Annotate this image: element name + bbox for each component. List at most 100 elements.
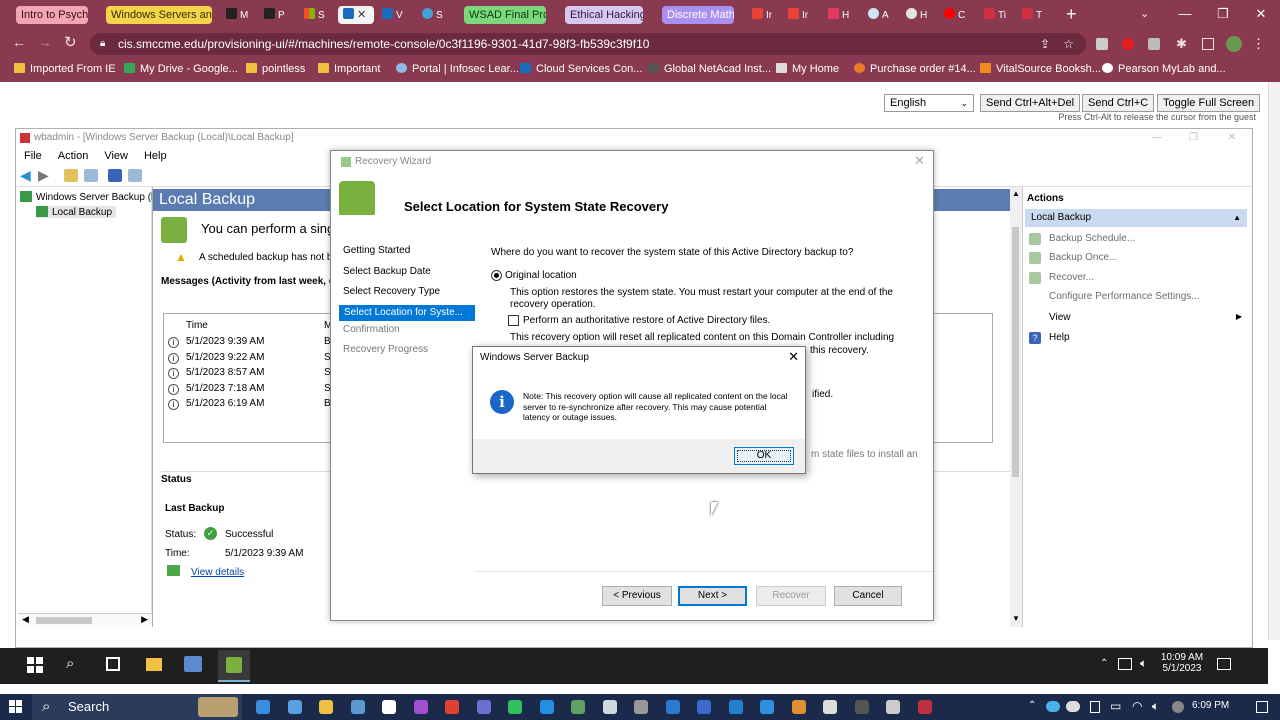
bookmark-item[interactable]: pointless	[246, 63, 305, 75]
onedrive-icon[interactable]	[1066, 701, 1080, 712]
notification-icon[interactable]	[1256, 701, 1268, 713]
task-view-icon[interactable]	[106, 657, 120, 671]
ok-button[interactable]: OK	[734, 447, 794, 465]
tab-wsad-final[interactable]: WSAD Final Proj	[464, 6, 546, 24]
pinned-app-icon[interactable]	[350, 700, 365, 714]
menu-view[interactable]: View	[104, 150, 128, 162]
pinned-app-icon[interactable]	[539, 700, 554, 714]
tab-gmail-2[interactable]: Ir	[788, 8, 818, 22]
wifi-icon[interactable]: ◠	[1132, 699, 1142, 713]
step-select-backup-date[interactable]: Select Backup Date	[343, 266, 431, 277]
share-icon[interactable]: ⇪	[1040, 33, 1050, 55]
avatar[interactable]	[1226, 36, 1242, 52]
pinned-app-icon[interactable]	[917, 700, 932, 714]
search-icon[interactable]: ⌕	[66, 655, 74, 672]
pinned-app-icon[interactable]	[382, 700, 396, 714]
tab-gmail-1[interactable]: Ir	[752, 8, 782, 22]
tab-microsoft[interactable]: S	[304, 8, 334, 22]
bookmark-item[interactable]: My Home	[776, 63, 839, 75]
step-select-location-active[interactable]: Select Location for Syste...	[339, 305, 475, 321]
host-time[interactable]: 6:09 PM	[1192, 700, 1229, 711]
pinned-app-icon[interactable]	[886, 700, 900, 714]
pinned-app-icon[interactable]	[760, 700, 774, 714]
scroll-thumb[interactable]	[36, 617, 92, 624]
minimize-icon[interactable]: —	[1152, 129, 1162, 147]
bookmark-item[interactable]: Global NetAcad Inst...	[648, 63, 771, 75]
bookmark-item[interactable]: Important	[318, 63, 380, 75]
tab-s[interactable]: S	[422, 8, 452, 22]
step-select-recovery-type[interactable]: Select Recovery Type	[343, 286, 440, 297]
pinned-app-icon[interactable]	[728, 700, 743, 714]
tray-chevron-icon[interactable]: ⌃	[1100, 658, 1108, 669]
collapse-icon[interactable]: ▲	[1233, 209, 1241, 227]
original-location-radio[interactable]	[491, 270, 502, 281]
back-icon[interactable]: ←	[12, 34, 26, 50]
menu-file[interactable]: File	[24, 150, 42, 162]
pinned-app-icon[interactable]	[791, 700, 806, 714]
network-icon[interactable]	[1118, 658, 1132, 670]
tree-item-local-backup[interactable]: Local Backup	[36, 206, 117, 218]
extension-icon[interactable]	[1148, 38, 1160, 50]
tab-vmware-2[interactable]: V	[382, 8, 412, 22]
tree-item-wsb-root[interactable]: Windows Server Backup (l	[20, 191, 153, 203]
pinned-app-icon[interactable]	[256, 700, 270, 714]
extension-red-icon[interactable]	[1122, 38, 1134, 50]
maximize-icon[interactable]: ❐	[1204, 0, 1242, 28]
pinned-app-icon[interactable]	[413, 700, 428, 714]
pinned-app-icon[interactable]	[508, 700, 522, 714]
tab-a[interactable]: A	[868, 8, 898, 22]
puzzle-icon[interactable]: ✱	[1176, 36, 1187, 52]
pinned-app-icon[interactable]	[697, 700, 711, 714]
view-details-link[interactable]: View details	[191, 567, 244, 578]
step-getting-started[interactable]: Getting Started	[343, 245, 410, 256]
bookmark-item[interactable]: Portal | Infosec Lear...	[396, 63, 519, 75]
up-folder-icon[interactable]	[64, 169, 78, 182]
display-icon[interactable]: ▭	[1110, 699, 1121, 713]
bookmark-item[interactable]: Purchase order #14...	[854, 63, 976, 75]
console-tree-icon[interactable]	[84, 169, 98, 182]
reload-icon[interactable]: ↻	[64, 33, 77, 51]
sidepanel-icon[interactable]	[1202, 38, 1214, 50]
maximize-icon[interactable]: ❐	[1189, 129, 1198, 147]
close-icon[interactable]: ✕	[914, 153, 925, 169]
bookmark-item[interactable]: Cloud Services Con...	[520, 63, 642, 75]
tab-d2l-1[interactable]: M	[226, 8, 256, 22]
tree-horizontal-scrollbar[interactable]: ◀ ▶	[18, 613, 152, 627]
help-icon[interactable]	[108, 169, 122, 182]
forward-icon[interactable]: ▶	[38, 167, 49, 184]
action-backup-schedule[interactable]: Backup Schedule...	[1049, 233, 1135, 244]
properties-icon[interactable]	[128, 169, 142, 182]
toggle-fullscreen-button[interactable]: Toggle Full Screen	[1157, 94, 1261, 112]
close-icon[interactable]: ✕	[788, 349, 799, 365]
bookmark-item[interactable]: VitalSource Booksh...	[980, 63, 1101, 75]
close-icon[interactable]: ✕	[1228, 129, 1236, 147]
taskbar-wbadmin-active[interactable]	[218, 650, 250, 682]
page-scrollbar[interactable]	[1268, 82, 1280, 640]
file-explorer-icon[interactable]	[146, 658, 162, 671]
action-help[interactable]: Help	[1049, 332, 1070, 343]
actions-section-header[interactable]: Local Backup ▲	[1025, 209, 1247, 227]
pinned-app-icon[interactable]	[854, 700, 869, 714]
tab-youtube[interactable]: C	[944, 8, 974, 22]
tab-search-icon[interactable]: ⌄	[1140, 7, 1149, 20]
pane-scrollbar[interactable]: ▲ ▼	[1010, 187, 1022, 627]
scroll-left-icon[interactable]: ◀	[22, 614, 29, 625]
tab-d2l-2[interactable]: P	[264, 8, 294, 22]
forward-icon[interactable]: →	[38, 34, 52, 50]
column-header-time[interactable]: Time	[186, 320, 208, 331]
scroll-thumb[interactable]	[1012, 227, 1019, 477]
bookmark-item[interactable]: Pearson MyLab and...	[1102, 63, 1226, 75]
pinned-app-icon[interactable]	[319, 700, 333, 714]
windows-start-icon[interactable]	[27, 657, 43, 673]
pinned-app-icon[interactable]	[476, 700, 491, 714]
tab-t[interactable]: T	[1022, 8, 1052, 22]
pinned-app-icon[interactable]	[445, 700, 459, 714]
weather-icon[interactable]	[1046, 701, 1060, 712]
cancel-button[interactable]: Cancel	[834, 586, 902, 606]
tab-discrete-math[interactable]: Discrete Math	[662, 6, 734, 24]
bookmark-item[interactable]: My Drive - Google...	[124, 63, 238, 75]
send-ctrl-alt-del-button[interactable]: Send Ctrl+Alt+Del	[980, 94, 1081, 112]
guest-clock[interactable]: 10:09 AM 5/1/2023	[1160, 652, 1204, 674]
close-window-icon[interactable]: ✕	[1242, 0, 1280, 28]
tray-chevron-icon[interactable]: ⌃	[1028, 700, 1036, 711]
